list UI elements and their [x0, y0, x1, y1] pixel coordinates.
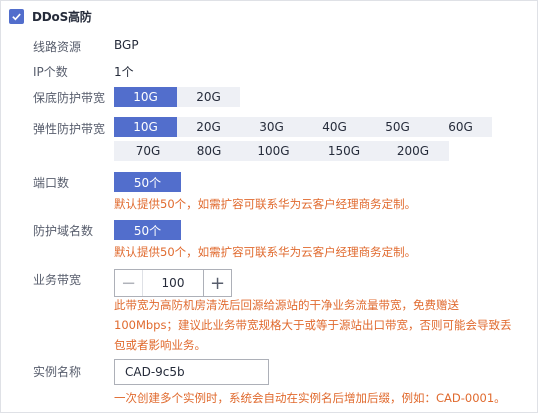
- line-label: 线路资源: [33, 40, 82, 54]
- elastic-bw-label: 弹性防护带宽: [33, 122, 106, 136]
- ip-value: 1个: [114, 65, 134, 79]
- domains-label: 防护域名数: [33, 224, 94, 238]
- instance-hint: 一次创建多个实例时，系统会自动在实例名后增加后缀，例如：CAD-0001。: [114, 391, 506, 405]
- ddos-config-panel: DDoS高防 线路资源 BGP IP个数 1个 保底防护带宽 10G 20G 弹…: [0, 0, 538, 413]
- ip-label: IP个数: [33, 65, 68, 79]
- elastic-bw-option-40g[interactable]: 40G: [303, 117, 366, 137]
- elastic-bw-option-200g[interactable]: 200G: [377, 141, 449, 161]
- domains-value-button[interactable]: 50个: [114, 220, 181, 240]
- ports-hint: 默认提供50个，如需扩容可联系华为云客户经理商务定制。: [114, 197, 417, 211]
- service-bw-stepper: − 100 +: [114, 269, 232, 297]
- service-bw-input[interactable]: 100: [143, 270, 203, 296]
- ports-value-button[interactable]: 50个: [114, 172, 181, 192]
- base-bw-option-10g[interactable]: 10G: [114, 87, 177, 107]
- base-bw-label: 保底防护带宽: [33, 91, 106, 105]
- elastic-bw-option-30g[interactable]: 30G: [240, 117, 303, 137]
- section-header: DDoS高防: [9, 7, 92, 25]
- line-value: BGP: [114, 38, 139, 52]
- elastic-bw-option-60g[interactable]: 60G: [429, 117, 492, 137]
- service-bw-label: 业务带宽: [33, 273, 82, 287]
- check-icon: [12, 13, 21, 20]
- elastic-bw-option-100g[interactable]: 100G: [236, 141, 311, 161]
- elastic-bw-option-50g[interactable]: 50G: [366, 117, 429, 137]
- ports-label: 端口数: [33, 176, 70, 190]
- service-bw-hint-line2: 100Mbps；建议此业务带宽规格大于或等于源站出口带宽，否则可能会导致丢: [114, 318, 512, 332]
- service-bw-hint-line3: 包或者影响业务。: [114, 338, 206, 352]
- base-bw-option-20g[interactable]: 20G: [177, 87, 240, 107]
- increment-button[interactable]: +: [203, 270, 231, 296]
- elastic-bw-option-150g[interactable]: 150G: [311, 141, 377, 161]
- decrement-button[interactable]: −: [115, 270, 143, 296]
- instance-name-input[interactable]: [114, 359, 269, 385]
- elastic-bw-option-10g[interactable]: 10G: [114, 117, 177, 137]
- elastic-bw-option-70g[interactable]: 70G: [114, 141, 182, 161]
- instance-label: 实例名称: [33, 365, 82, 379]
- elastic-bw-option-80g[interactable]: 80G: [182, 141, 236, 161]
- ddos-checkbox[interactable]: [9, 8, 24, 24]
- domains-hint: 默认提供50个，如需扩容可联系华为云客户经理商务定制。: [114, 245, 417, 259]
- service-bw-hint: 此带宽为高防机房清洗后回源给源站的干净业务流量带宽，免费赠送 100Mbps；建…: [114, 295, 534, 355]
- section-title: DDoS高防: [32, 9, 92, 24]
- service-bw-hint-line1: 此带宽为高防机房清洗后回源给源站的干净业务流量带宽，免费赠送: [114, 298, 459, 312]
- elastic-bw-option-20g[interactable]: 20G: [177, 117, 240, 137]
